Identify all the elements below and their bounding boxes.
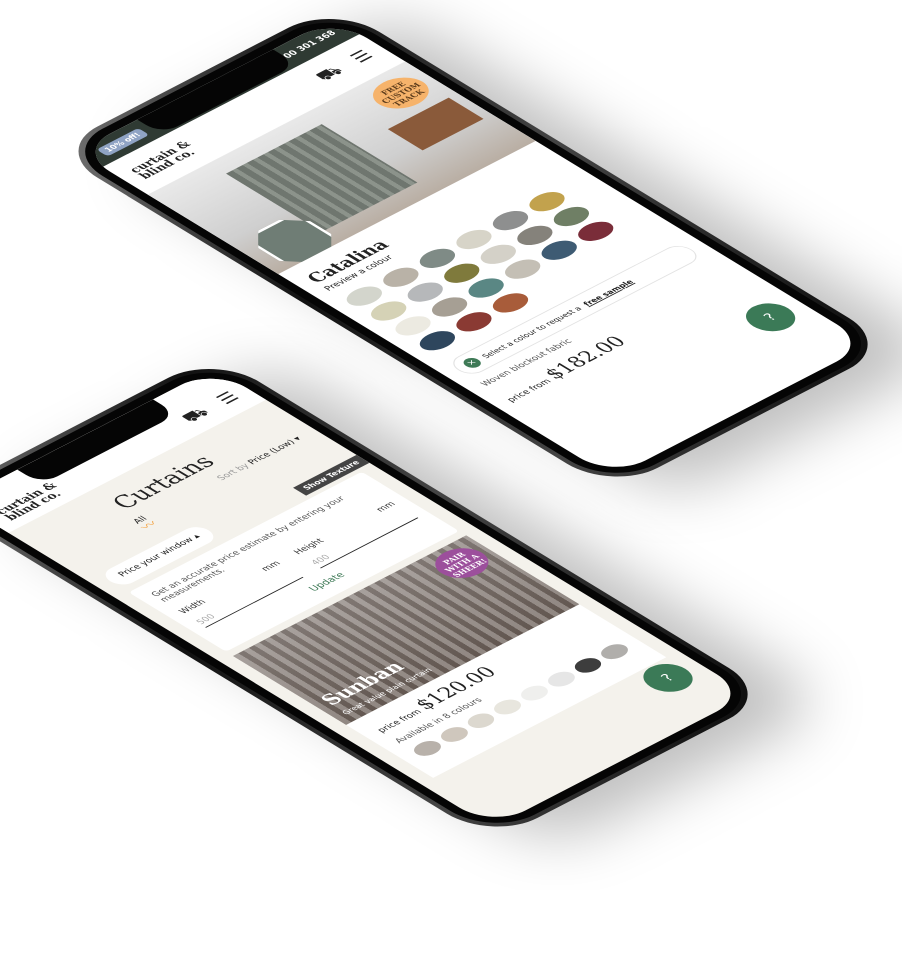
squiggle-underline: 〰 <box>136 518 163 534</box>
colour-swatch[interactable] <box>569 655 607 676</box>
colour-swatch[interactable] <box>515 682 553 704</box>
colour-swatch[interactable] <box>542 668 580 690</box>
colour-swatch[interactable] <box>596 641 634 662</box>
price-label: price from <box>505 377 555 404</box>
cart-icon[interactable]: ⛟ <box>177 404 218 427</box>
close-icon[interactable]: × <box>460 356 485 370</box>
question-icon: ? <box>760 311 781 324</box>
cart-icon[interactable]: ⛟ <box>311 63 352 86</box>
menu-icon[interactable]: ☰ <box>346 48 381 68</box>
help-button[interactable]: ? <box>735 297 806 337</box>
question-icon: ? <box>657 671 679 684</box>
colour-swatch[interactable] <box>489 696 527 718</box>
colour-swatch[interactable] <box>462 710 500 732</box>
tab-all[interactable]: All 〰 <box>130 515 163 534</box>
curtain-image <box>226 124 418 232</box>
menu-icon[interactable]: ☰ <box>212 389 247 409</box>
colour-swatch[interactable] <box>435 724 473 745</box>
colour-swatch[interactable] <box>408 738 446 759</box>
